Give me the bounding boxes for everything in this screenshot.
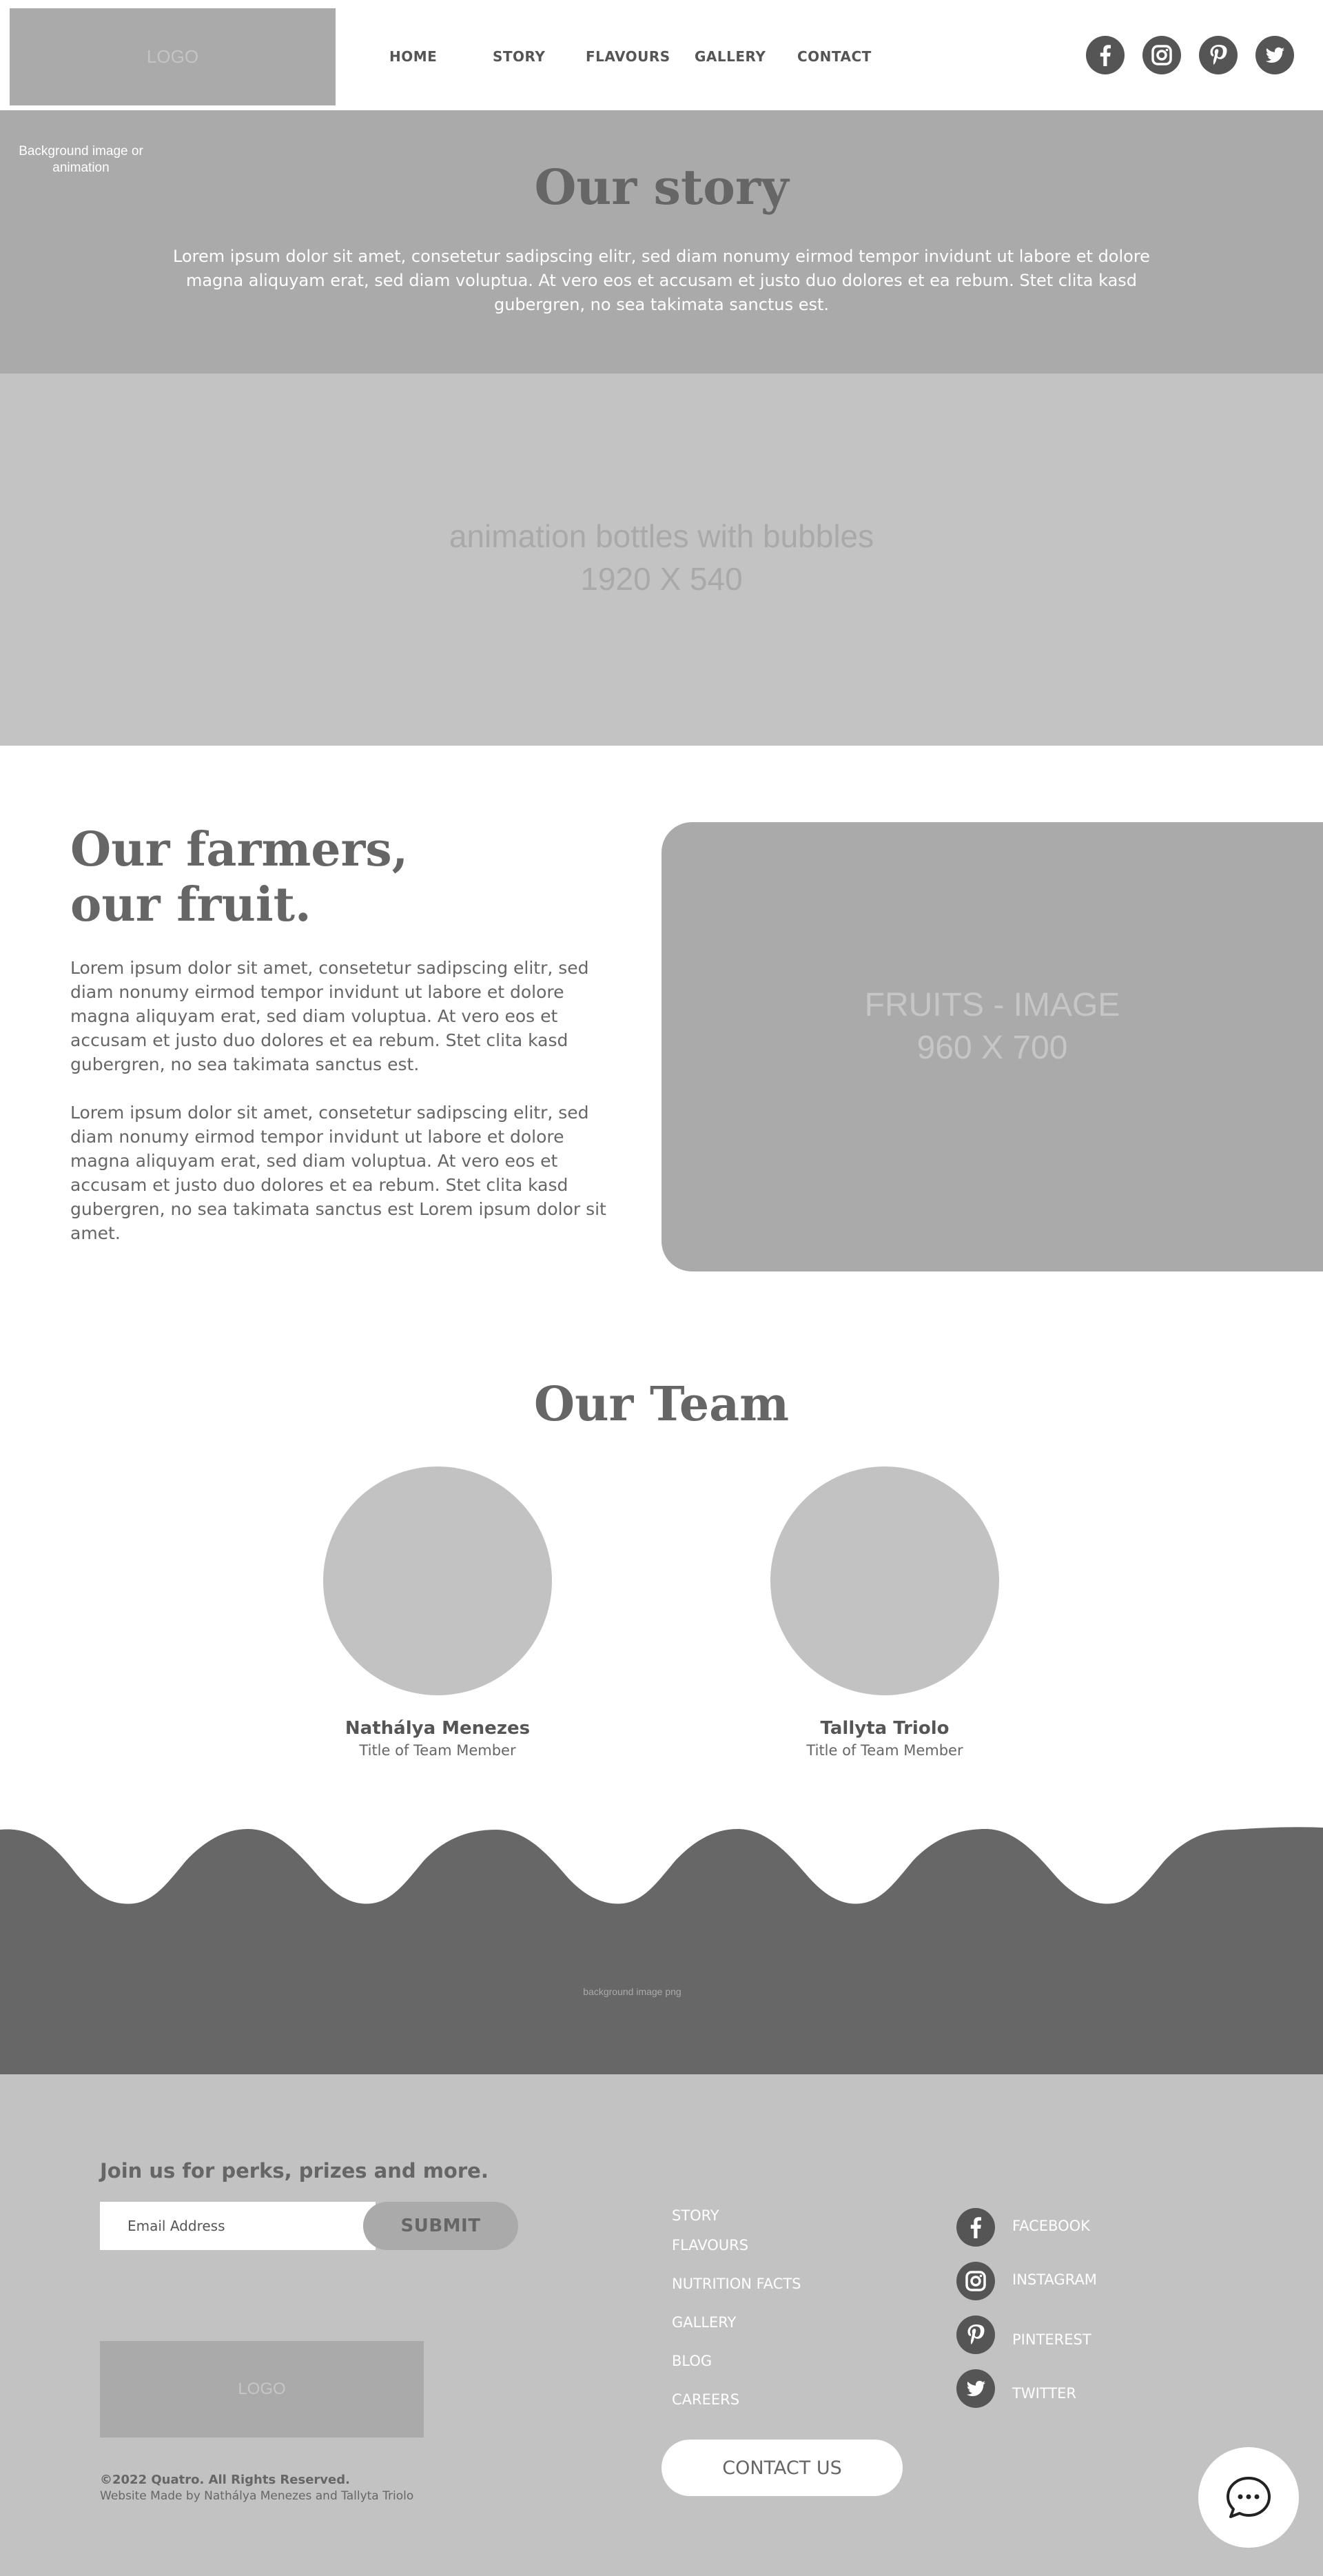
submit-button[interactable]: SUBMIT (363, 2202, 518, 2250)
story-text: Lorem ipsum dolor sit amet, consetetur s… (173, 247, 1150, 314)
facebook-icon[interactable] (956, 2208, 995, 2247)
copyright: ©2022 Quatro. All Rights Reserved. (100, 2473, 350, 2487)
farmers-title: Our farmers, our fruit. (70, 822, 408, 932)
animation-label-line1: animation bottles with bubbles (449, 518, 874, 554)
farmers-paragraph-1: Lorem ipsum dolor sit amet, consetetur s… (70, 958, 589, 1074)
pinterest-icon[interactable] (1199, 36, 1238, 74)
story-title: Our story (534, 159, 789, 216)
nav-gallery[interactable]: GALLERY (695, 48, 766, 65)
pinterest-icon[interactable] (956, 2316, 995, 2354)
animation-placeholder: animation bottles with bubbles 1920 X 54… (0, 374, 1323, 746)
team-member-title: Title of Team Member (806, 1742, 963, 1759)
story-section: Background image or animation Our story … (0, 110, 1323, 374)
team-member-title: Title of Team Member (359, 1742, 516, 1759)
contact-us-button[interactable]: CONTACT US (662, 2440, 903, 2496)
nav-flavours[interactable]: FLAVOURS (586, 48, 670, 65)
team-member-name: Nathálya Menezes (345, 1718, 531, 1739)
footer-link-story[interactable]: STORY (672, 2207, 719, 2224)
nav-story[interactable]: STORY (493, 48, 545, 65)
fruits-image-placeholder: FRUITS - IMAGE 960 X 700 (662, 822, 1323, 1271)
footer-link-blog[interactable]: BLOG (672, 2353, 712, 2369)
animation-label: animation bottles with bubbles 1920 X 54… (0, 515, 1323, 600)
facebook-icon[interactable] (1086, 36, 1125, 74)
footer-link-flavours[interactable]: FLAVOURS (672, 2237, 748, 2253)
footer-social-twitter[interactable]: TWITTER (1012, 2385, 1076, 2402)
fruits-label-line1: FRUITS - IMAGE (864, 987, 1120, 1023)
twitter-icon[interactable] (956, 2369, 995, 2408)
chat-icon[interactable] (1198, 2447, 1299, 2548)
footer-link-gallery[interactable]: GALLERY (672, 2314, 736, 2331)
footer-social-facebook[interactable]: FACEBOOK (1012, 2218, 1090, 2234)
wave-band-label: background image png (583, 1986, 681, 1997)
nav-contact[interactable]: CONTACT (797, 48, 872, 65)
header-logo[interactable]: LOGO (10, 8, 336, 105)
team-member-name: Tallyta Triolo (820, 1718, 950, 1739)
made-by: Website Made by Nathálya Menezes and Tal… (100, 2489, 414, 2503)
twitter-icon[interactable] (1255, 36, 1294, 74)
footer-social-instagram[interactable]: INSTAGRAM (1012, 2271, 1097, 2288)
farmers-title-line1: Our farmers, (70, 822, 409, 877)
footer-link-careers[interactable]: CAREERS (672, 2391, 739, 2408)
footer-logo[interactable]: LOGO (100, 2341, 424, 2437)
site-footer: Join us for perks, prizes and more. SUBM… (0, 2074, 1323, 2576)
instagram-icon[interactable] (956, 2262, 995, 2300)
farmers-title-line2: our fruit. (70, 877, 311, 932)
fruits-image-label: FRUITS - IMAGE 960 X 700 (662, 984, 1323, 1070)
footer-social-pinterest[interactable]: PINTEREST (1012, 2331, 1091, 2348)
instagram-icon[interactable] (1142, 36, 1181, 74)
footer-link-nutrition-facts[interactable]: NUTRITION FACTS (672, 2276, 801, 2292)
team-title: Our Team (533, 1377, 790, 1432)
avatar (770, 1466, 999, 1695)
avatar (323, 1466, 552, 1695)
farmers-paragraph-2: Lorem ipsum dolor sit amet, consetetur s… (70, 1103, 606, 1243)
site-header: LOGO HOME STORY FLAVOURS GALLERY CONTACT (0, 0, 1323, 110)
newsletter-heading: Join us for perks, prizes and more. (100, 2159, 489, 2183)
email-field[interactable] (100, 2202, 376, 2250)
wave-band (0, 1827, 1323, 2074)
animation-label-line2: 1920 X 540 (580, 561, 743, 597)
fruits-label-line2: 960 X 700 (916, 1030, 1068, 1066)
nav-home[interactable]: HOME (389, 48, 437, 65)
